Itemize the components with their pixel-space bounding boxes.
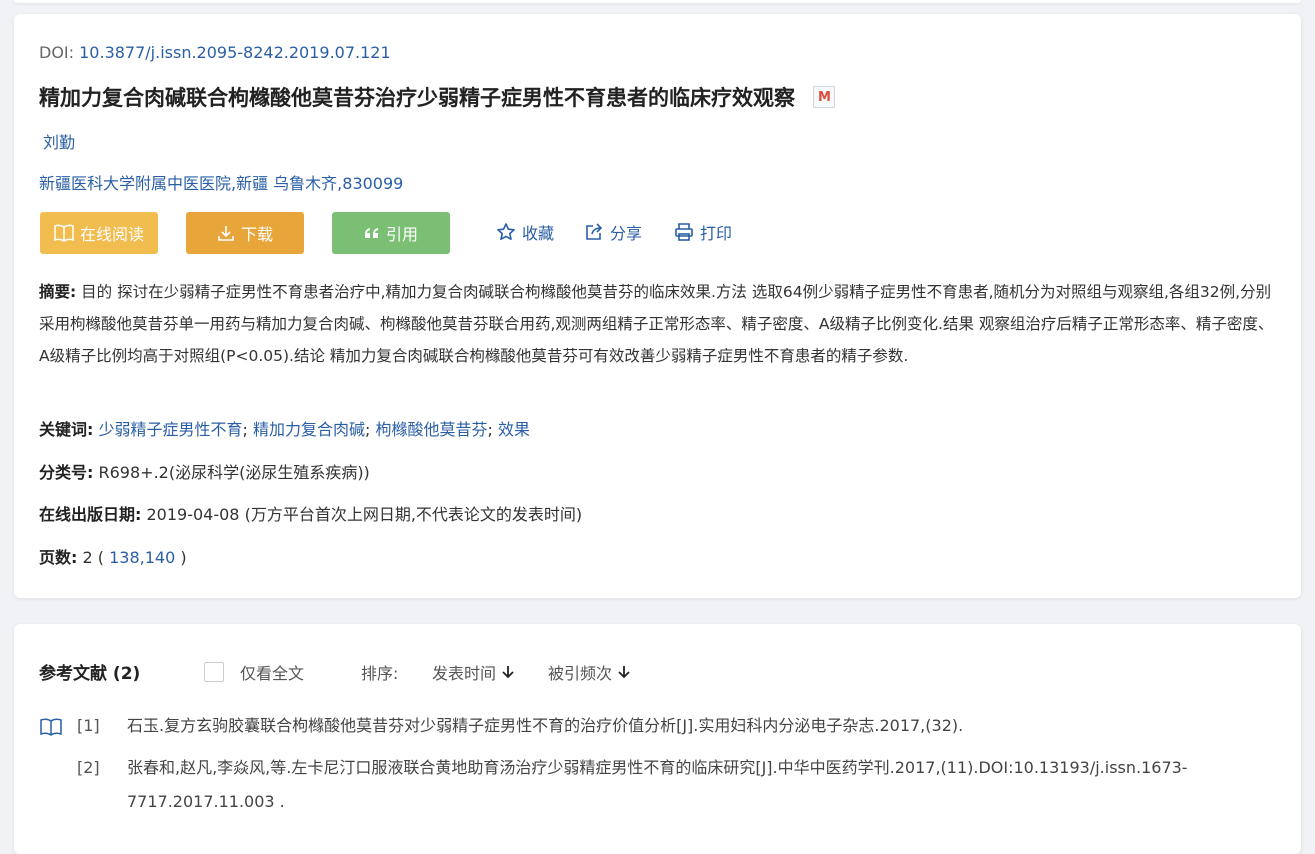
read-online-button[interactable]: 在线阅读 bbox=[40, 212, 158, 254]
references-title: 参考文献 bbox=[39, 664, 107, 684]
previous-card-edge bbox=[14, 0, 1301, 3]
share-label: 分享 bbox=[610, 224, 643, 243]
download-button[interactable]: 下载 bbox=[186, 212, 304, 254]
pages-count: 2 bbox=[82, 548, 93, 567]
share-icon bbox=[586, 223, 603, 240]
sort-by-cited[interactable]: 被引频次 bbox=[548, 660, 630, 684]
doi-link[interactable]: 10.3877/j.issn.2095-8242.2019.07.121 bbox=[79, 43, 391, 62]
article-title-row: 精加力复合肉碱联合枸橼酸他莫昔芬治疗少弱精子症男性不育患者的临床疗效观察 M bbox=[39, 82, 835, 112]
classification-label: 分类号: bbox=[39, 463, 94, 482]
book-icon bbox=[54, 224, 74, 242]
sort-by-date[interactable]: 发表时间 bbox=[432, 660, 514, 684]
star-icon bbox=[497, 223, 515, 240]
reference-item: 张春和,赵凡,李焱风,等.左卡尼汀口服液联合黄地助育汤治疗少弱精症男性不育的临床… bbox=[127, 751, 1277, 819]
doi-line: DOI: 10.3877/j.issn.2095-8242.2019.07.12… bbox=[39, 43, 391, 62]
references-heading: 参考文献 (2) bbox=[39, 659, 140, 684]
print-action[interactable]: 打印 bbox=[674, 220, 732, 244]
keyword-link[interactable]: 少弱精子症男性不育 bbox=[99, 420, 243, 439]
abstract-text: 目的 探讨在少弱精子症男性不育患者治疗中,精加力复合肉碱联合枸橼酸他莫昔芬的临床… bbox=[39, 283, 1274, 365]
references-count: (2) bbox=[112, 664, 141, 684]
download-icon bbox=[218, 226, 234, 241]
online-date-note: (万方平台首次上网日期,不代表论文的发表时间) bbox=[244, 505, 583, 524]
online-date-label: 在线出版日期: bbox=[39, 505, 142, 524]
pages-range-link[interactable]: 138,140 bbox=[109, 548, 175, 567]
article-detail-card: DOI: 10.3877/j.issn.2095-8242.2019.07.12… bbox=[14, 14, 1301, 598]
mendeley-icon[interactable]: M bbox=[813, 86, 835, 108]
sort-label: 排序: bbox=[361, 664, 399, 683]
keywords-row: 关键词: 少弱精子症男性不育; 精加力复合肉碱; 枸橼酸他莫昔芬; 效果 bbox=[39, 420, 531, 439]
keyword-link[interactable]: 效果 bbox=[498, 420, 530, 439]
classification-row: 分类号: R698+.2(泌尿科学(泌尿生殖系疾病)) bbox=[39, 459, 370, 483]
reference-item: 石玉.复方玄驹胶囊联合枸橼酸他莫昔芬对少弱精子症男性不育的治疗价值分析[J].实… bbox=[127, 709, 1277, 743]
book-icon[interactable] bbox=[40, 718, 62, 736]
online-date-value: 2019-04-08 bbox=[146, 505, 240, 524]
fulltext-only-label[interactable]: 仅看全文 bbox=[240, 660, 304, 684]
online-date-row: 在线出版日期: 2019-04-08 (万方平台首次上网日期,不代表论文的发表时… bbox=[39, 501, 582, 525]
reference-number: [1] bbox=[77, 716, 100, 735]
abstract-label: 摘要: bbox=[39, 283, 77, 301]
favorite-label: 收藏 bbox=[522, 224, 555, 243]
pages-row: 页数: 2 ( 138,140 ) bbox=[39, 548, 187, 567]
arrow-down-icon bbox=[502, 666, 514, 679]
author-link[interactable]: 刘勤 bbox=[43, 129, 75, 153]
doi-label: DOI: bbox=[39, 43, 75, 62]
abstract: 摘要: 目的 探讨在少弱精子症男性不育患者治疗中,精加力复合肉碱联合枸橼酸他莫昔… bbox=[39, 276, 1279, 372]
read-online-label: 在线阅读 bbox=[79, 225, 144, 244]
share-action[interactable]: 分享 bbox=[584, 220, 642, 244]
sort-by-cited-label: 被引频次 bbox=[548, 664, 613, 683]
arrow-down-icon bbox=[618, 666, 630, 679]
pages-label: 页数: bbox=[39, 548, 78, 567]
print-label: 打印 bbox=[700, 224, 733, 243]
printer-icon bbox=[675, 223, 693, 241]
reference-link[interactable]: 石玉.复方玄驹胶囊联合枸橼酸他莫昔芬对少弱精子症男性不育的治疗价值分析[J].实… bbox=[127, 716, 963, 735]
classification-value: R698+.2(泌尿科学(泌尿生殖系疾病)) bbox=[98, 463, 370, 482]
reference-number: [2] bbox=[77, 758, 100, 777]
affiliation-link[interactable]: 新疆医科大学附属中医医院,新疆 乌鲁木齐,830099 bbox=[39, 170, 403, 194]
cite-label: 引用 bbox=[385, 225, 418, 244]
references-card: 参考文献 (2) 仅看全文 排序: 发表时间 被引频次 [1] 石玉.复方玄驹胶… bbox=[14, 624, 1301, 854]
quote-icon bbox=[364, 228, 378, 238]
fulltext-only-checkbox[interactable] bbox=[204, 662, 224, 682]
article-title: 精加力复合肉碱联合枸橼酸他莫昔芬治疗少弱精子症男性不育患者的临床疗效观察 bbox=[39, 86, 795, 110]
keyword-link[interactable]: 精加力复合肉碱 bbox=[253, 420, 365, 439]
download-label: 下载 bbox=[240, 225, 273, 244]
sort-by-date-label: 发表时间 bbox=[432, 664, 497, 683]
cite-button[interactable]: 引用 bbox=[332, 212, 450, 254]
keywords-label: 关键词: bbox=[39, 420, 94, 439]
reference-link[interactable]: 张春和,赵凡,李焱风,等.左卡尼汀口服液联合黄地助育汤治疗少弱精症男性不育的临床… bbox=[127, 758, 1188, 811]
favorite-action[interactable]: 收藏 bbox=[496, 220, 554, 244]
keyword-link[interactable]: 枸橼酸他莫昔芬 bbox=[376, 420, 488, 439]
